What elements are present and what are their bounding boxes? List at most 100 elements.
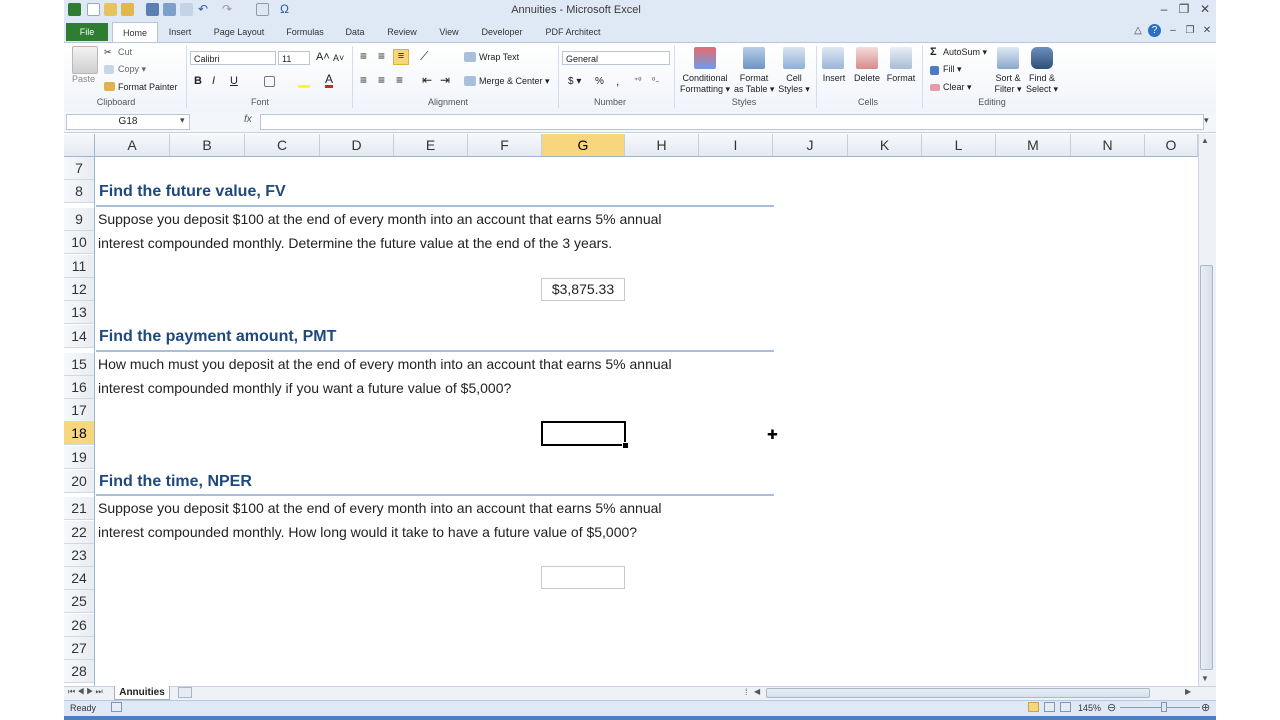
conditional-formatting-icon[interactable]: [694, 47, 716, 69]
column-header-i[interactable]: I: [699, 134, 773, 156]
tab-pdf-architect[interactable]: PDF Architect: [538, 22, 608, 42]
conditional-formatting-label-1[interactable]: Conditional: [680, 73, 730, 83]
insert-sheet-icon[interactable]: [178, 687, 192, 698]
tab-insert[interactable]: Insert: [160, 22, 200, 42]
number-format-select[interactable]: General: [562, 51, 670, 65]
row-header-9[interactable]: 9: [64, 208, 94, 231]
name-box-dropdown-icon[interactable]: ▾: [180, 115, 185, 126]
help-icon[interactable]: ?: [1148, 24, 1161, 37]
minimize-button[interactable]: ‒: [1156, 2, 1172, 16]
normal-view-icon[interactable]: [1028, 702, 1039, 712]
sort-filter-label-2[interactable]: Filter ▾: [990, 84, 1026, 95]
font-size-select[interactable]: 11: [278, 51, 310, 65]
align-middle-icon[interactable]: ≡: [378, 49, 385, 63]
row-header-12[interactable]: 12: [64, 278, 94, 301]
section-heading-fv[interactable]: Find the future value, FV: [99, 183, 286, 201]
align-left-icon[interactable]: ≡: [360, 73, 367, 87]
column-header-o[interactable]: O: [1145, 134, 1198, 156]
font-name-select[interactable]: Calibri: [190, 51, 276, 65]
name-box[interactable]: G18: [66, 114, 190, 130]
sort-filter-icon[interactable]: [997, 47, 1019, 69]
column-header-n[interactable]: N: [1071, 134, 1145, 156]
zoom-out-icon[interactable]: ⊖: [1107, 701, 1116, 714]
row-header-21[interactable]: 21: [64, 497, 94, 520]
row-header-17[interactable]: 17: [64, 399, 94, 422]
format-painter-button[interactable]: Format Painter: [118, 82, 178, 92]
nper-question-line-2[interactable]: interest compounded monthly. How long wo…: [98, 524, 637, 540]
find-select-label-1[interactable]: Find &: [1024, 73, 1060, 83]
scroll-left-icon[interactable]: ◀: [754, 687, 760, 696]
format-as-table-label-2[interactable]: as Table ▾: [734, 84, 774, 95]
row-header-23[interactable]: 23: [64, 544, 94, 567]
column-header-l[interactable]: L: [922, 134, 996, 156]
format-cells-button[interactable]: Format: [885, 73, 917, 83]
column-header-d[interactable]: D: [320, 134, 394, 156]
nper-question-line-1[interactable]: Suppose you deposit $100 at the end of e…: [98, 500, 662, 516]
sort-filter-label-1[interactable]: Sort &: [990, 73, 1026, 83]
expand-formula-bar-icon[interactable]: ▾: [1204, 115, 1209, 126]
fill-color-icon[interactable]: [298, 76, 310, 88]
zoom-level[interactable]: 145%: [1078, 703, 1101, 713]
increase-decimal-icon[interactable]: ⁺⁰: [634, 76, 641, 85]
column-header-k[interactable]: K: [848, 134, 922, 156]
tab-developer[interactable]: Developer: [474, 22, 530, 42]
restore-button[interactable]: ❐: [1176, 2, 1192, 16]
column-header-h[interactable]: H: [625, 134, 699, 156]
delete-cells-button[interactable]: Delete: [852, 73, 882, 83]
decrease-decimal-icon[interactable]: ⁰₋: [652, 76, 659, 85]
copy-button[interactable]: Copy ▾: [118, 64, 146, 75]
cell-styles-label-2[interactable]: Styles ▾: [776, 84, 812, 95]
row-header-16[interactable]: 16: [64, 376, 94, 399]
underline-button[interactable]: U: [230, 75, 238, 87]
row-header-13[interactable]: 13: [64, 301, 94, 324]
zoom-slider-track[interactable]: [1120, 707, 1200, 708]
column-header-c[interactable]: C: [245, 134, 320, 156]
scroll-up-icon[interactable]: ▲: [1201, 136, 1209, 145]
align-top-icon[interactable]: ≡: [360, 49, 367, 63]
find-select-icon[interactable]: [1031, 47, 1053, 69]
fill-button[interactable]: Fill ▾: [943, 64, 962, 75]
align-right-icon[interactable]: ≡: [396, 73, 403, 87]
tab-formulas[interactable]: Formulas: [280, 22, 330, 42]
wrap-text-button[interactable]: Wrap Text: [479, 52, 519, 62]
cut-icon[interactable]: ✂: [104, 47, 112, 58]
column-header-a[interactable]: A: [95, 134, 170, 156]
fv-answer-cell[interactable]: $3,875.33: [541, 278, 625, 301]
percent-button[interactable]: %: [595, 76, 604, 87]
sheet-tab-annuities[interactable]: Annuities: [114, 686, 170, 700]
paste-icon[interactable]: [72, 46, 98, 74]
pmt-question-line-2[interactable]: interest compounded monthly if you want …: [98, 380, 511, 396]
insert-cells-icon[interactable]: [822, 47, 844, 69]
row-header-15[interactable]: 15: [64, 353, 94, 376]
column-header-b[interactable]: B: [170, 134, 245, 156]
select-all-corner[interactable]: [64, 134, 95, 156]
merge-center-button[interactable]: Merge & Center ▾: [479, 76, 550, 87]
row-header-19[interactable]: 19: [64, 446, 94, 469]
tab-data[interactable]: Data: [338, 22, 372, 42]
bold-button[interactable]: B: [194, 75, 202, 87]
format-as-table-label-1[interactable]: Format: [734, 73, 774, 83]
sheet-navigation-icons[interactable]: ⏮◀▶⏭: [68, 687, 105, 697]
borders-icon[interactable]: [264, 76, 275, 87]
scroll-right-icon[interactable]: ▶: [1185, 687, 1191, 696]
comma-button[interactable]: ,: [616, 74, 619, 88]
row-header-20[interactable]: 20: [64, 470, 94, 493]
conditional-formatting-label-2[interactable]: Formatting ▾: [680, 84, 730, 95]
shrink-font-icon[interactable]: A˅: [333, 53, 344, 63]
tab-file[interactable]: File: [66, 23, 108, 41]
row-header-24[interactable]: 24: [64, 567, 94, 590]
section-heading-nper[interactable]: Find the time, NPER: [99, 473, 252, 491]
align-center-icon[interactable]: ≡: [378, 73, 385, 87]
row-header-8[interactable]: 8: [64, 180, 94, 203]
pmt-question-line-1[interactable]: How much must you deposit at the end of …: [98, 356, 672, 372]
cut-button[interactable]: Cut: [118, 47, 132, 57]
insert-cells-button[interactable]: Insert: [820, 73, 848, 83]
active-cell-selection[interactable]: [541, 421, 626, 446]
cell-styles-label-1[interactable]: Cell: [776, 73, 812, 83]
column-header-g[interactable]: G: [542, 134, 625, 156]
row-header-14[interactable]: 14: [64, 325, 94, 348]
row-header-27[interactable]: 27: [64, 637, 94, 660]
section-heading-pmt[interactable]: Find the payment amount, PMT: [99, 328, 336, 346]
font-color-icon[interactable]: A: [325, 73, 334, 88]
page-layout-view-icon[interactable]: [1044, 702, 1055, 712]
